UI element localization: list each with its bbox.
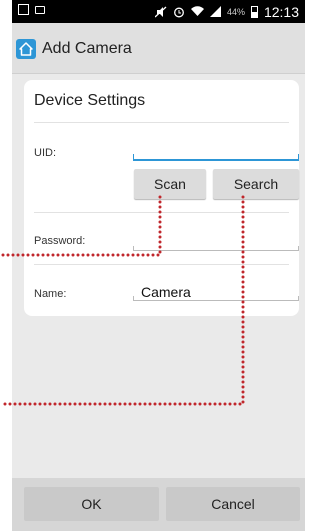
search-button[interactable]: Search [213, 169, 299, 199]
divider [34, 264, 289, 265]
battery-percent: 44% [226, 6, 245, 17]
name-input[interactable] [133, 295, 299, 301]
signal-icon [209, 6, 221, 17]
battery-icon [250, 5, 258, 18]
uid-input[interactable] [133, 154, 299, 161]
cancel-button[interactable]: Cancel [166, 487, 300, 521]
uid-label: UID: [34, 147, 56, 159]
device-settings-card: Device Settings UID: Scan Search Passwor… [24, 80, 299, 316]
status-bar: 44% 12:13 [12, 0, 305, 23]
password-input[interactable] [133, 245, 299, 251]
divider [34, 212, 289, 213]
page-title: Add Camera [42, 40, 132, 57]
ok-button[interactable]: OK [24, 487, 159, 521]
phone-screen: 44% 12:13 Add Camera Device Settings UID… [12, 0, 305, 531]
wifi-icon [190, 6, 204, 16]
cast-icon [35, 6, 45, 14]
app-bar: Add Camera [12, 23, 305, 74]
card-title: Device Settings [34, 92, 146, 109]
divider [34, 122, 289, 123]
bottom-bar: OK Cancel [12, 478, 305, 531]
picture-icon [18, 4, 29, 15]
password-label: Password: [34, 235, 86, 247]
clock: 12:13 [263, 3, 299, 20]
mute-icon [154, 6, 167, 17]
alarm-icon [173, 7, 184, 17]
scan-button[interactable]: Scan [134, 169, 206, 199]
home-icon[interactable] [16, 39, 36, 59]
name-label: Name: [34, 288, 67, 300]
